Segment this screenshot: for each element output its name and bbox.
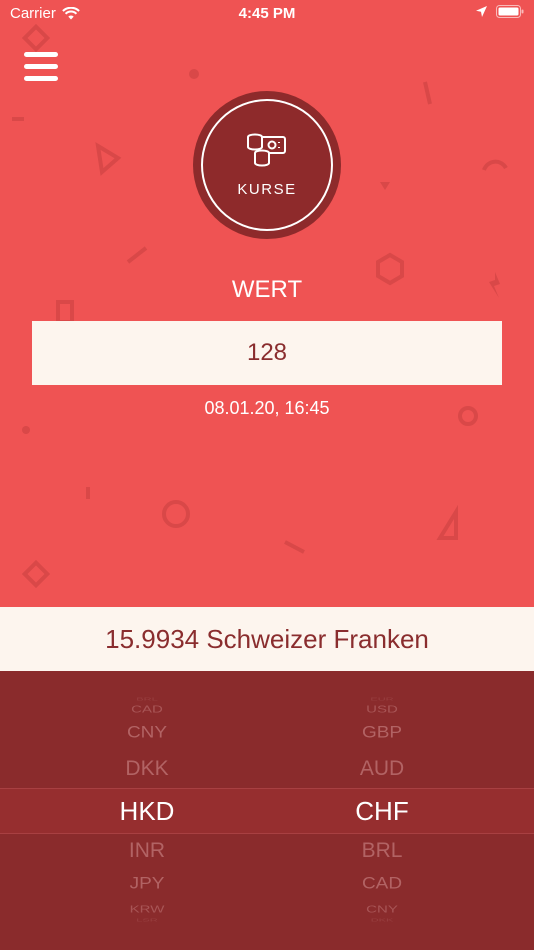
kurse-label: KURSE [237, 181, 297, 198]
picker-option[interactable]: AUD [115, 757, 534, 781]
picker-selected-currency[interactable]: CHF [115, 796, 534, 827]
picker-option[interactable]: USD [115, 704, 534, 715]
battery-icon [496, 5, 524, 18]
currency-picker[interactable]: BRL CAD CNY DKK HKD INR JPY KRW LSR EUR USD GBP AUD… [0, 671, 534, 950]
rate-timestamp: 08.01.20, 16:45 [204, 398, 330, 418]
to-currency-wheel[interactable]: EUR USD GBP AUD CHF BRL CAD CNY DKK [267, 671, 534, 950]
location-arrow-icon [476, 6, 487, 17]
coins-cash-icon [247, 133, 286, 167]
screen: Carrier 4:45 PM KURSE WERT 128 08.01.20,… [0, 0, 534, 950]
hamburger-menu-icon[interactable] [24, 52, 58, 82]
picker-option[interactable]: GBP [115, 724, 534, 743]
picker-option[interactable]: EUR [115, 696, 534, 701]
status-time: 4:45 PM [238, 5, 296, 22]
picker-option[interactable]: CNY [115, 904, 534, 915]
wert-label: WERT [231, 276, 303, 303]
value-input[interactable] [32, 321, 502, 385]
status-bar: Carrier 4:45 PM [0, 0, 534, 28]
picker-option[interactable]: DKK [115, 917, 534, 922]
picker-option[interactable]: CAD [115, 875, 534, 894]
picker-option[interactable]: BRL [115, 839, 534, 863]
kurse-button[interactable]: KURSE [193, 91, 341, 239]
conversion-result: 15.9934 Schweizer Franken [0, 607, 534, 671]
